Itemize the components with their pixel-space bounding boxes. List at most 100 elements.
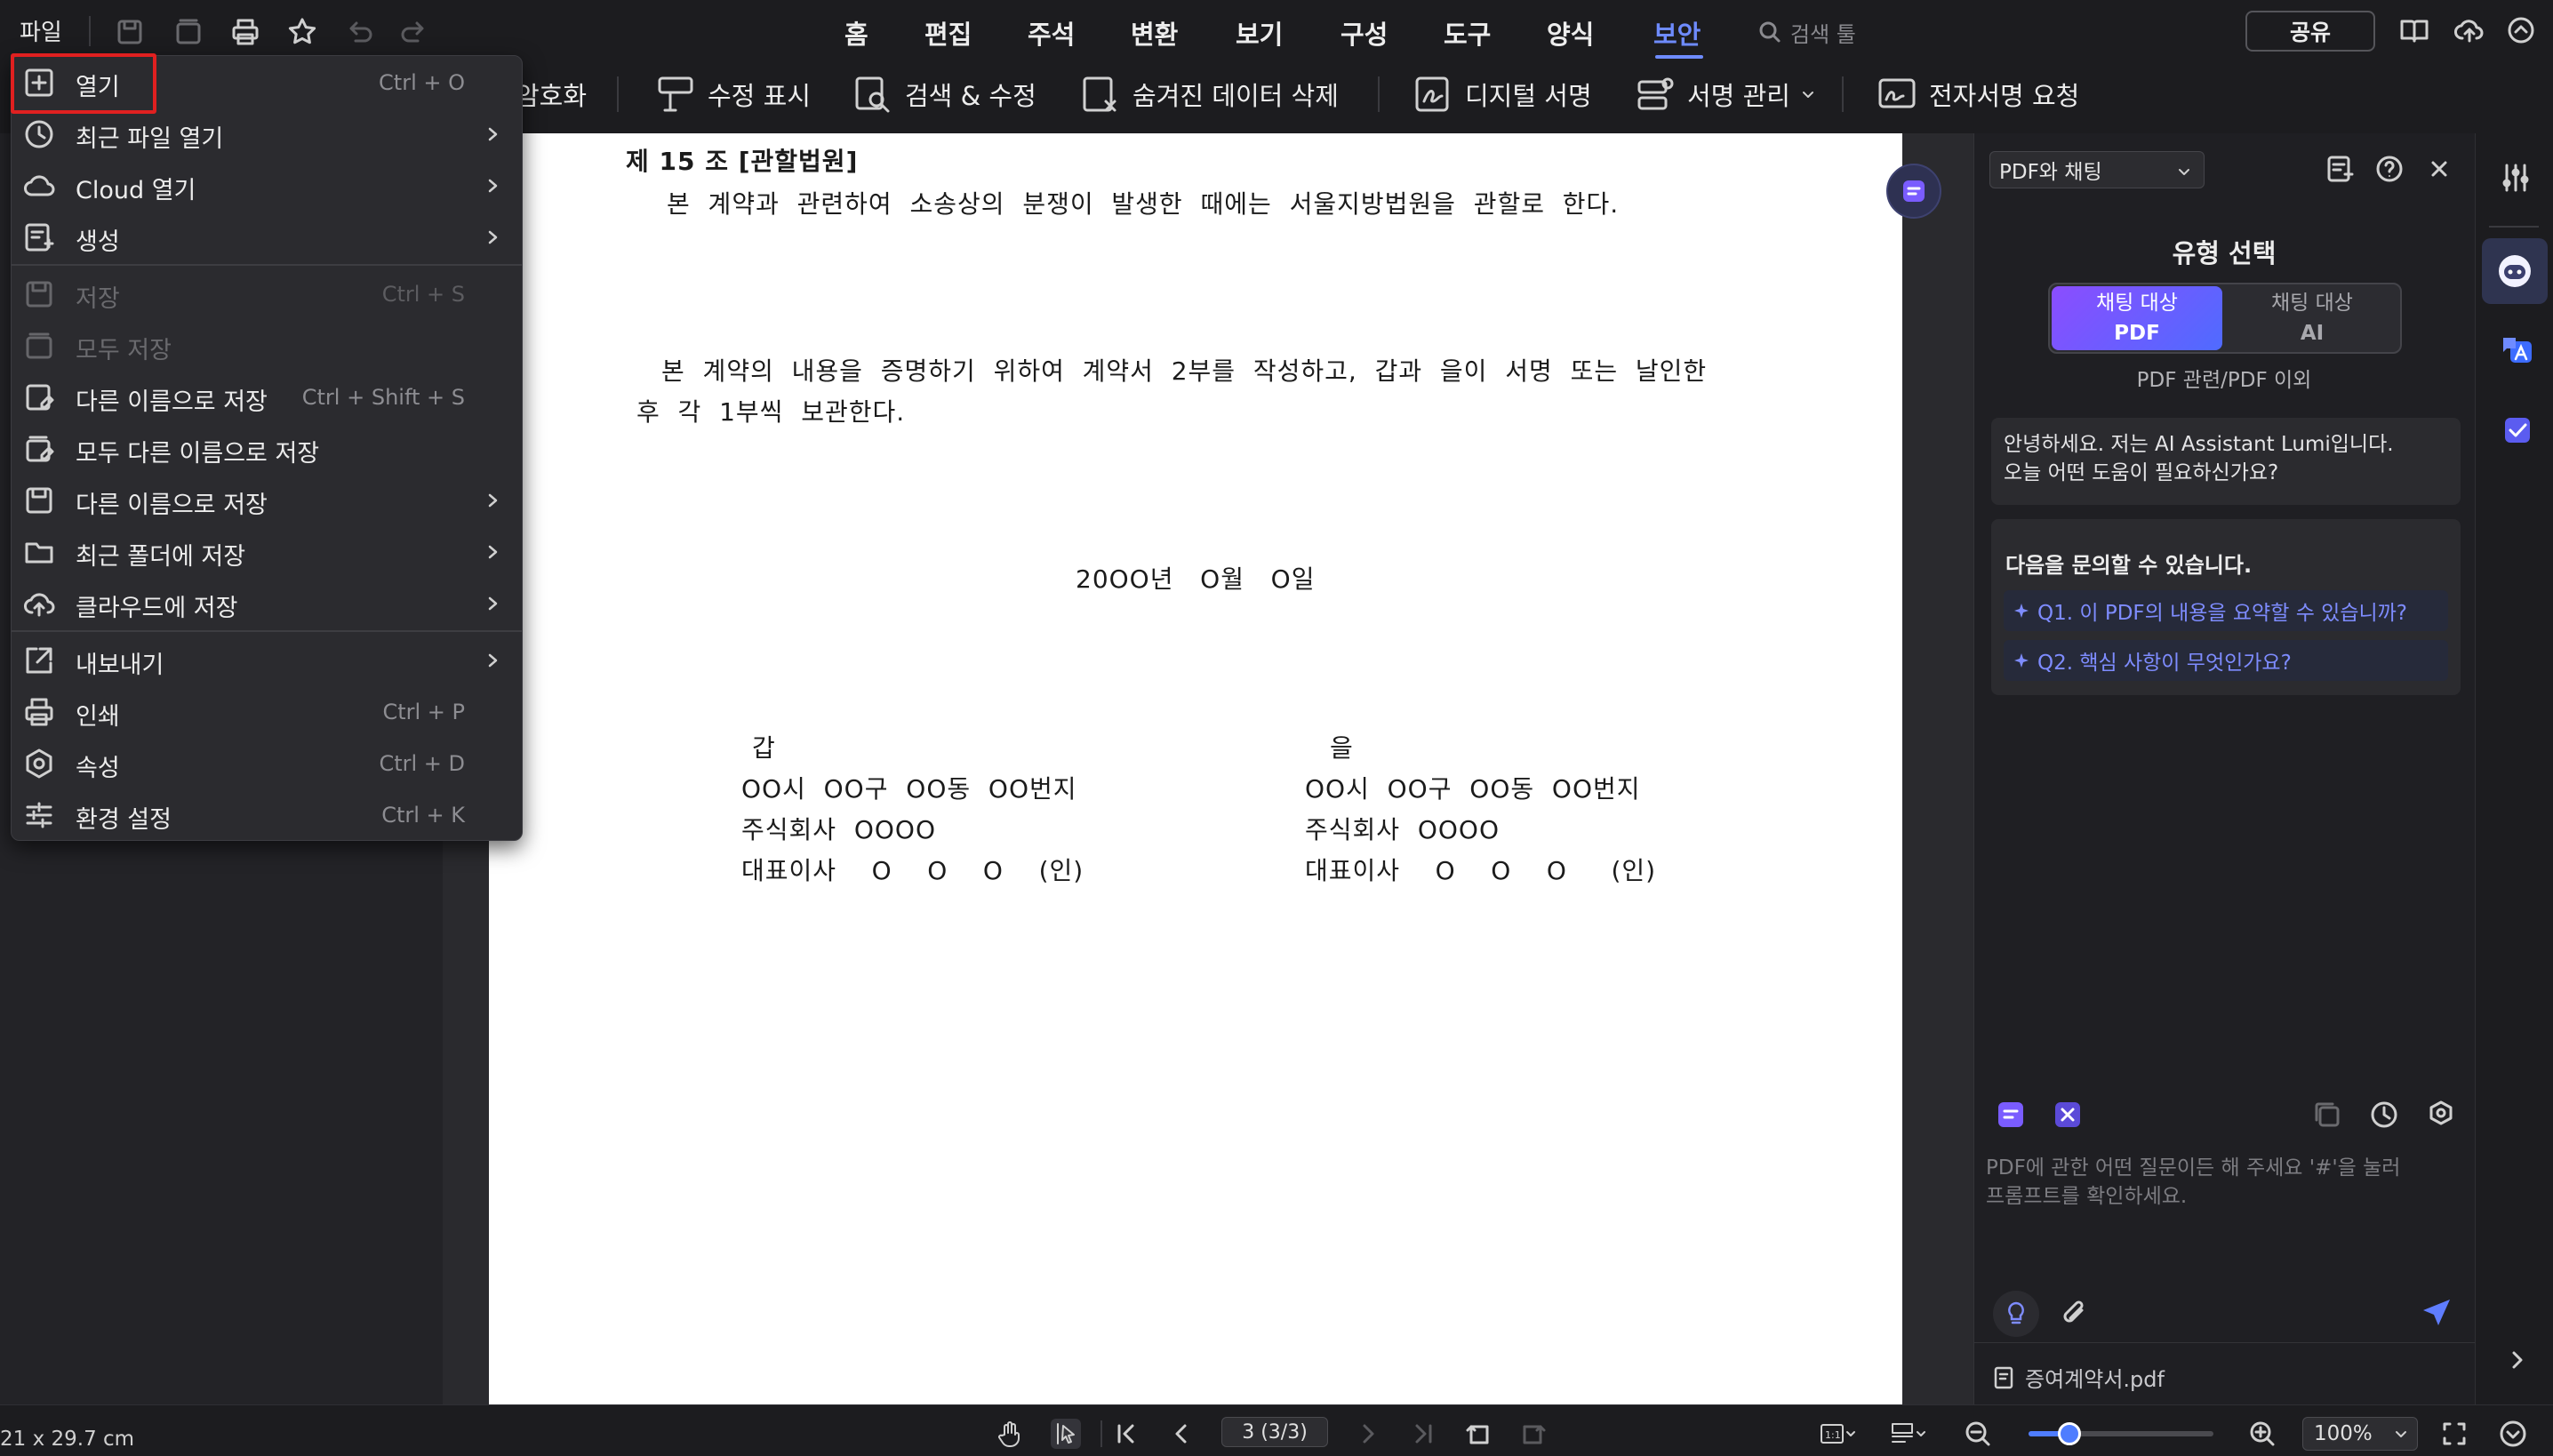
- toolbar-label: 수정 표시: [708, 81, 811, 111]
- menu-item-save-all-as[interactable]: 모두 다른 이름으로 저장: [12, 422, 522, 474]
- chevron-right-icon[interactable]: [2503, 1346, 2532, 1374]
- suggested-questions-title: 다음을 문의할 수 있습니다.: [2005, 553, 2253, 578]
- esign-request-button[interactable]: 전자서명 요청: [1876, 71, 2079, 117]
- zoom-in-icon[interactable]: [2247, 1419, 2277, 1449]
- mark-redaction-button[interactable]: 수정 표시: [654, 71, 811, 117]
- menu-item-save-as[interactable]: 다른 이름으로 저장 Ctrl + Shift + S: [12, 371, 522, 422]
- star-icon[interactable]: [286, 16, 318, 48]
- digital-signature-button[interactable]: 디지털 서명: [1412, 71, 1592, 117]
- chat-target-ai-option[interactable]: 채팅 대상 AI: [2226, 286, 2398, 350]
- redo-icon[interactable]: [398, 16, 430, 48]
- menu-item-save-as-format[interactable]: 다른 이름으로 저장: [12, 474, 522, 525]
- menu-item-create[interactable]: 생성: [12, 211, 522, 262]
- close-icon[interactable]: [2423, 153, 2455, 185]
- menu-item-export[interactable]: 내보내기: [12, 634, 522, 685]
- chat-target-caption: PDF 관련/PDF 이외: [2136, 369, 2312, 392]
- party-a-rep: 대표이사 O O O (인): [741, 856, 1084, 885]
- chevron-down-circle-icon[interactable]: [2498, 1419, 2528, 1449]
- menu-item-save[interactable]: 저장 Ctrl + S: [12, 268, 522, 319]
- party-a-company: 주식회사 OOOO: [741, 815, 936, 844]
- menu-item-preferences[interactable]: 환경 설정 Ctrl + K: [12, 788, 522, 840]
- history-icon[interactable]: [2368, 1099, 2400, 1131]
- menu-item-save-all[interactable]: 모두 저장: [12, 319, 522, 371]
- fullscreen-icon[interactable]: [2439, 1419, 2469, 1449]
- rotate-back-icon[interactable]: [1463, 1419, 1493, 1449]
- new-chat-icon[interactable]: [2324, 153, 2356, 185]
- zoom-level-select[interactable]: 100%: [2302, 1417, 2418, 1451]
- digital-signature-icon: [1412, 73, 1454, 116]
- save-icon[interactable]: [114, 16, 146, 48]
- menu-label: 최근 파일 열기: [76, 125, 224, 153]
- tab-view[interactable]: 보기: [1236, 14, 1283, 52]
- menu-item-save-cloud[interactable]: 클라우드에 저장: [12, 577, 522, 628]
- chat-mode-select[interactable]: PDF와 채팅: [1989, 151, 2205, 188]
- search-tools-field[interactable]: 검색 툴: [1757, 16, 1856, 48]
- prompt-input[interactable]: PDF에 관한 어떤 질문이든 해 주세요 '#'을 눌러 프롬프트를 확인하세…: [1986, 1154, 2457, 1211]
- manage-signature-button[interactable]: 서명 관리: [1634, 71, 1815, 117]
- search-redact-button[interactable]: 검색 & 수정: [852, 71, 1036, 117]
- tab-form[interactable]: 양식: [1547, 14, 1594, 52]
- open-item-highlight-box: [11, 53, 156, 114]
- rotate-forward-icon[interactable]: [1518, 1419, 1549, 1449]
- previous-page-icon[interactable]: [1166, 1419, 1196, 1449]
- tab-convert[interactable]: 변환: [1131, 14, 1178, 52]
- ai-robot-icon: [2496, 252, 2533, 290]
- translate-icon[interactable]: [2500, 332, 2535, 368]
- tab-tools[interactable]: 도구: [1444, 14, 1491, 52]
- share-button[interactable]: 공유: [2245, 11, 2375, 52]
- redact-mark-icon: [654, 73, 697, 116]
- document-page: 제 15 조 [관할법원] 본 계약과 관련하여 소송상의 분쟁이 발생한 때에…: [489, 133, 1902, 1404]
- send-icon[interactable]: [2418, 1294, 2455, 1332]
- menu-item-print[interactable]: 인쇄 Ctrl + P: [12, 685, 522, 737]
- print-icon[interactable]: [229, 16, 261, 48]
- menu-item-recent-files[interactable]: 최근 파일 열기: [12, 108, 522, 159]
- last-page-icon[interactable]: [1408, 1419, 1438, 1449]
- book-icon[interactable]: [2398, 14, 2430, 46]
- zoom-out-icon[interactable]: [1963, 1419, 1993, 1449]
- page-number-field[interactable]: 3 (3/3): [1221, 1417, 1328, 1447]
- menu-label: 클라우드에 저장: [76, 595, 238, 622]
- copy-icon[interactable]: [2311, 1099, 2343, 1131]
- menu-label: 최근 폴더에 저장: [76, 543, 246, 571]
- tab-home[interactable]: 홈: [844, 14, 868, 52]
- tab-edit[interactable]: 편집: [924, 14, 972, 52]
- menu-shortcut: Ctrl + S: [381, 282, 465, 307]
- menu-item-properties[interactable]: 속성 Ctrl + D: [12, 737, 522, 788]
- closing-line-2: 후 각 1부씩 보관한다.: [636, 397, 906, 427]
- first-page-icon[interactable]: [1111, 1419, 1141, 1449]
- menu-item-save-recent-folder[interactable]: 최근 폴더에 저장: [12, 525, 522, 577]
- save-as-icon: [22, 380, 56, 414]
- esign-request-icon: [1876, 73, 1918, 116]
- undo-icon[interactable]: [343, 16, 375, 48]
- ai-chat-icon[interactable]: [1995, 1099, 2027, 1131]
- zoom-slider-handle[interactable]: [2058, 1422, 2081, 1445]
- seg-ai-line1: 채팅 대상: [2271, 292, 2353, 315]
- page-layout-icon[interactable]: [1890, 1419, 1929, 1449]
- tab-comment[interactable]: 주석: [1028, 14, 1075, 52]
- prompt-library-button[interactable]: [1993, 1291, 2039, 1337]
- search-icon: [1757, 19, 1783, 45]
- chat-target-pdf-option[interactable]: 채팅 대상 PDF: [2052, 286, 2222, 350]
- cloud-upload-icon[interactable]: [2453, 14, 2485, 46]
- remove-hidden-data-button[interactable]: 숨겨진 데이터 삭제: [1079, 71, 1339, 117]
- properties-sliders-icon[interactable]: [2498, 160, 2533, 196]
- help-icon[interactable]: [2373, 153, 2405, 185]
- attach-icon[interactable]: [2057, 1296, 2093, 1332]
- tab-organize[interactable]: 구성: [1341, 14, 1388, 52]
- settings-icon[interactable]: [2425, 1099, 2457, 1131]
- ai-assistant-float-button[interactable]: [1886, 164, 1941, 219]
- file-menu-button[interactable]: 파일: [20, 14, 62, 47]
- tab-security[interactable]: 보안: [1653, 14, 1701, 52]
- select-tool-icon[interactable]: [1051, 1419, 1081, 1449]
- suggested-question-2[interactable]: Q2. 핵심 사항이 무엇인가요?: [2004, 640, 2448, 681]
- suggested-question-1[interactable]: Q1. 이 PDF의 내용을 요약할 수 있습니까?: [2004, 590, 2448, 631]
- save-all-icon[interactable]: [172, 16, 204, 48]
- encrypt-button[interactable]: 암호화: [516, 71, 587, 117]
- checklist-icon[interactable]: [2500, 412, 2535, 448]
- menu-item-cloud-open[interactable]: Cloud 열기: [12, 159, 522, 211]
- actual-size-icon[interactable]: 1:1: [1819, 1419, 1858, 1449]
- next-page-icon[interactable]: [1353, 1419, 1383, 1449]
- ai-tools-icon[interactable]: [2052, 1099, 2084, 1131]
- hand-tool-icon[interactable]: [996, 1419, 1026, 1449]
- chevron-up-icon[interactable]: [2505, 14, 2537, 46]
